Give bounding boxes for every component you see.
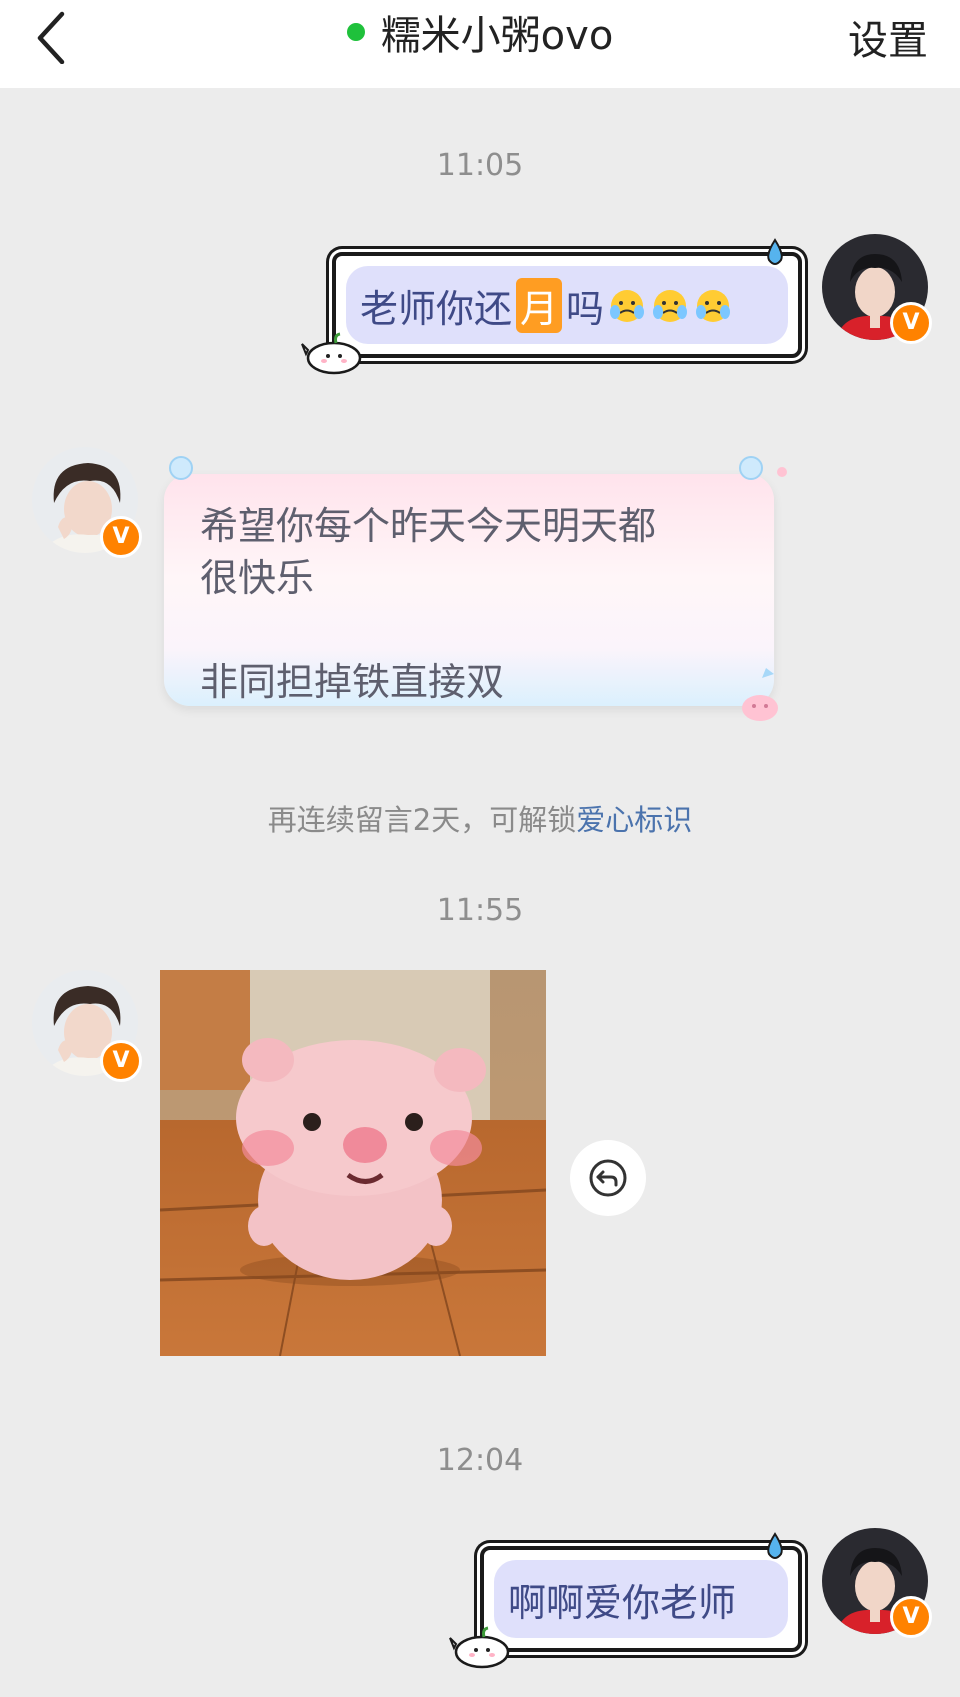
quote-reply-button[interactable] [570, 1140, 646, 1216]
unlock-notice: 再连续留言2天，可解锁爱心标识 [0, 797, 960, 839]
message-text: 啊啊爱你老师 [494, 1560, 788, 1638]
image-message[interactable] [160, 970, 546, 1356]
mochi-sticker-icon [301, 332, 362, 375]
heart-badge-link[interactable]: 爱心标识 [576, 803, 692, 837]
reply-arrow-icon [589, 1159, 627, 1197]
pink-pig-decoration-icon [742, 668, 778, 721]
crying-face-icon [696, 290, 731, 322]
message-text: 老师你还月吗 [346, 266, 788, 344]
message-text-part: 老师你还 [360, 286, 513, 331]
my-message-bubble[interactable]: 老师你还月吗 [332, 252, 802, 358]
water-drop-icon [767, 1532, 783, 1559]
crying-face-icon [653, 290, 688, 322]
crying-face-icon [610, 290, 645, 322]
water-drop-icon [767, 238, 783, 265]
contact-message-bubble[interactable]: 希望你每个昨天今天明天都 很快乐 非同担掉铁直接双 [164, 474, 774, 706]
notice-text: 再连续留言2天，可解锁 [267, 803, 577, 837]
pink-plush-pig-photo [160, 970, 546, 1356]
bubble-decoration-icon [169, 456, 193, 480]
chat-title-area: 糯米小粥ovo [0, 0, 960, 64]
message-text-part: 吗 [566, 286, 605, 331]
online-status-dot [346, 23, 365, 41]
settings-button[interactable]: 设置 [848, 8, 928, 66]
timestamp: 12:04 [436, 1443, 524, 1478]
timestamp: 11:05 [436, 148, 524, 183]
verified-badge-icon: V [890, 1596, 932, 1638]
bubble-decoration-icon [739, 456, 787, 480]
chat-header: 糯米小粥ovo 设置 [0, 0, 960, 88]
message-line: 很快乐 [200, 556, 315, 600]
timestamp: 11:55 [436, 893, 524, 928]
verified-badge-icon: V [100, 516, 142, 558]
mochi-sticker-icon [449, 1626, 510, 1669]
message-line: 希望你每个昨天今天明天都 [200, 504, 657, 548]
verified-badge-icon: V [100, 1040, 142, 1082]
highlight-chip: 月 [516, 277, 563, 333]
message-line: 非同担掉铁直接双 [200, 660, 505, 704]
verified-badge-icon: V [890, 302, 932, 344]
my-message-bubble[interactable]: 啊啊爱你老师 [480, 1546, 802, 1652]
chat-title: 糯米小粥ovo [380, 13, 614, 59]
